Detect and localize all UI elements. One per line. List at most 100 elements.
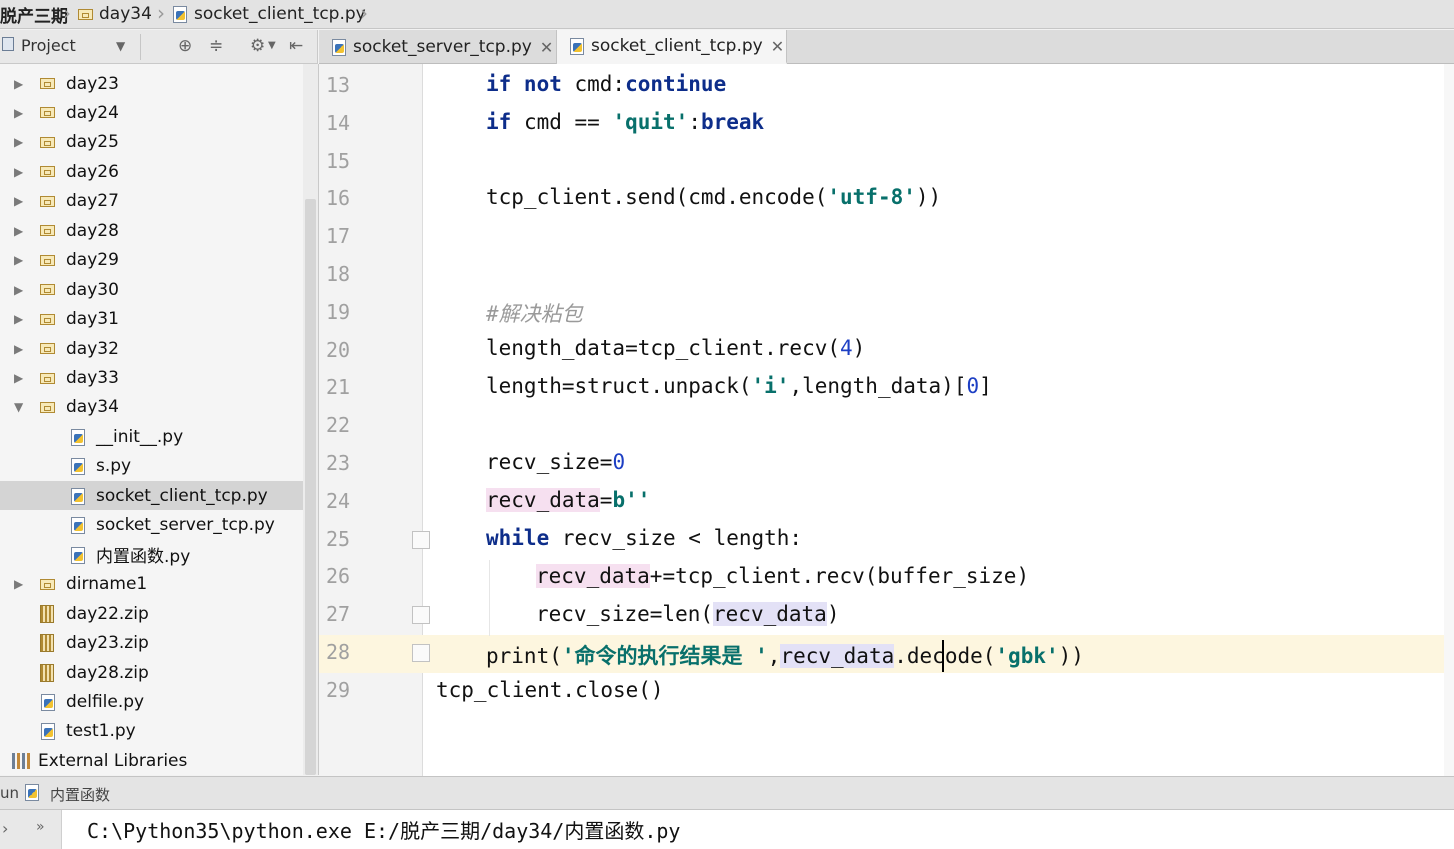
tree-item[interactable]: s.py [0, 452, 303, 481]
code-string: 'utf-8' [827, 185, 916, 209]
tree-item[interactable]: ▶ day30 [0, 275, 303, 304]
text-caret [942, 640, 944, 672]
code-text: cmd == [511, 110, 613, 134]
code-line-28[interactable]: print('命令的执行结果是 ',recv_data.decode('gbk'… [486, 640, 1084, 670]
code-line-16[interactable]: tcp_client.send(cmd.encode('utf-8')) [486, 185, 941, 209]
tree-item[interactable]: delfile.py [0, 687, 303, 716]
tree-item[interactable]: ▶ day26 [0, 157, 303, 186]
collapse-icon[interactable]: ≑ [209, 36, 223, 56]
python-file-icon [172, 5, 188, 23]
line-number: 22 [326, 413, 351, 438]
tree-item[interactable]: ▼ day34 [0, 393, 303, 422]
tree-scrollbar-thumb[interactable] [305, 199, 316, 775]
breadcrumb-label: socket_client_tcp.py [194, 4, 366, 24]
chevron-right-icon[interactable]: › [2, 819, 8, 838]
breadcrumb-item-root[interactable]: 脱产三期 [0, 0, 68, 28]
code-line-23[interactable]: recv_size=0 [486, 450, 625, 474]
double-chevron-icon[interactable]: » [36, 819, 45, 835]
fold-marker[interactable] [412, 531, 430, 549]
expanded-arrow-icon[interactable]: ▼ [14, 400, 26, 414]
python-file-icon [70, 516, 86, 535]
python-file-icon [70, 457, 86, 476]
collapsed-arrow-icon[interactable]: ▶ [14, 253, 26, 267]
collapsed-arrow-icon[interactable]: ▶ [14, 135, 26, 149]
tree-item[interactable]: ▶ day24 [0, 98, 303, 127]
tree-item[interactable]: __init__.py [0, 422, 303, 451]
fold-marker[interactable] [412, 606, 430, 624]
tree-item[interactable]: day23.zip [0, 629, 303, 658]
code-line-24[interactable]: recv_data=b'' [486, 488, 650, 512]
code-line-21[interactable]: length=struct.unpack('i',length_data)[0] [486, 374, 992, 398]
code-line-13[interactable]: if not cmd:continue [486, 72, 726, 96]
collapsed-arrow-icon[interactable]: ▶ [14, 312, 26, 326]
target-icon[interactable]: ⊕ [178, 36, 192, 56]
code-keyword: if not [486, 72, 562, 96]
tree-item-label: day27 [66, 191, 119, 212]
tab-socket-server-tcp[interactable]: socket_server_tcp.py ✕ [319, 30, 557, 64]
code-line-25[interactable]: while recv_size < length: [486, 526, 802, 550]
close-icon[interactable]: ✕ [540, 38, 553, 57]
tree-item[interactable]: ▶ dirname1 [0, 570, 303, 599]
tree-item[interactable]: test1.py [0, 717, 303, 746]
python-file-icon [331, 38, 347, 56]
tree-item[interactable]: ▶ day32 [0, 334, 303, 363]
chevron-down-icon[interactable]: ▼ [116, 39, 125, 53]
tree-item-label: day24 [66, 102, 119, 123]
collapsed-arrow-icon[interactable]: ▶ [14, 77, 26, 91]
line-number: 20 [326, 337, 351, 362]
tree-item-label: day26 [66, 161, 119, 182]
code-line-26[interactable]: recv_data+=tcp_client.recv(buffer_size) [536, 564, 1029, 588]
collapsed-arrow-icon[interactable]: ▶ [14, 106, 26, 120]
run-config-tab[interactable]: 内置函数 [50, 784, 110, 805]
python-file-icon [70, 546, 86, 564]
tree-item-label: socket_server_tcp.py [96, 515, 275, 536]
code-line-20[interactable]: length_data=tcp_client.recv(4) [486, 336, 865, 360]
tree-item-label: day30 [66, 279, 119, 300]
code-line-19[interactable]: #解决粘包 [486, 298, 583, 328]
tree-item-label: day29 [66, 250, 119, 271]
close-icon[interactable]: ✕ [771, 37, 784, 56]
breadcrumb-item-file[interactable]: socket_client_tcp.py [172, 0, 366, 28]
editor-scrollbar[interactable] [1444, 64, 1454, 776]
gear-icon[interactable]: ⚙ [250, 36, 265, 56]
code-string: 'quit' [612, 110, 689, 134]
collapsed-arrow-icon[interactable]: ▶ [14, 577, 26, 591]
code-line-29[interactable]: tcp_client.close() [436, 678, 664, 702]
tree-item[interactable]: ▶ day33 [0, 364, 303, 393]
collapsed-arrow-icon[interactable]: ▶ [14, 194, 26, 208]
tree-item[interactable]: ▶ day31 [0, 305, 303, 334]
tree-item[interactable]: day28.zip [0, 658, 303, 687]
folder-icon [78, 8, 93, 20]
collapsed-arrow-icon[interactable]: ▶ [14, 224, 26, 238]
hide-panel-icon[interactable]: ⇤ [289, 36, 303, 56]
tree-item[interactable]: ▶ day27 [0, 187, 303, 216]
line-number: 21 [326, 375, 351, 400]
line-number: 28 [326, 640, 351, 664]
code-line-14[interactable]: if cmd == 'quit':break [486, 110, 764, 134]
chevron-down-icon[interactable]: ▼ [268, 40, 276, 51]
tab-socket-client-tcp[interactable]: socket_client_tcp.py ✕ [557, 30, 787, 64]
breadcrumb-separator: › [157, 1, 165, 25]
collapsed-arrow-icon[interactable]: ▶ [14, 283, 26, 297]
tree-item[interactable]: 内置函数.py [0, 540, 303, 569]
tree-item[interactable]: ▶ day23 [0, 69, 303, 98]
tree-item[interactable]: socket_server_tcp.py [0, 511, 303, 540]
tree-item[interactable]: ▶ day29 [0, 246, 303, 275]
tree-item[interactable]: socket_client_tcp.py [0, 481, 303, 511]
fold-marker[interactable] [412, 644, 430, 662]
code-line-27[interactable]: recv_size=len(recv_data) [536, 602, 839, 626]
folder-icon [40, 284, 55, 296]
tree-item[interactable]: ▶ day25 [0, 128, 303, 157]
tree-item[interactable]: ▶ day28 [0, 216, 303, 245]
collapsed-arrow-icon[interactable]: ▶ [14, 342, 26, 356]
breadcrumb-item-day34[interactable]: day34 [78, 0, 152, 28]
project-view-selector[interactable]: Project [21, 36, 76, 55]
tree-item[interactable]: day22.zip [0, 599, 303, 628]
line-number: 18 [326, 262, 351, 286]
code-number: 0 [612, 450, 626, 474]
tree-item-label: __init__.py [96, 426, 184, 447]
collapsed-arrow-icon[interactable]: ▶ [14, 371, 26, 385]
tree-scrollbar[interactable] [303, 64, 319, 775]
collapsed-arrow-icon[interactable]: ▶ [14, 165, 26, 179]
tree-item[interactable]: External Libraries [0, 746, 303, 775]
